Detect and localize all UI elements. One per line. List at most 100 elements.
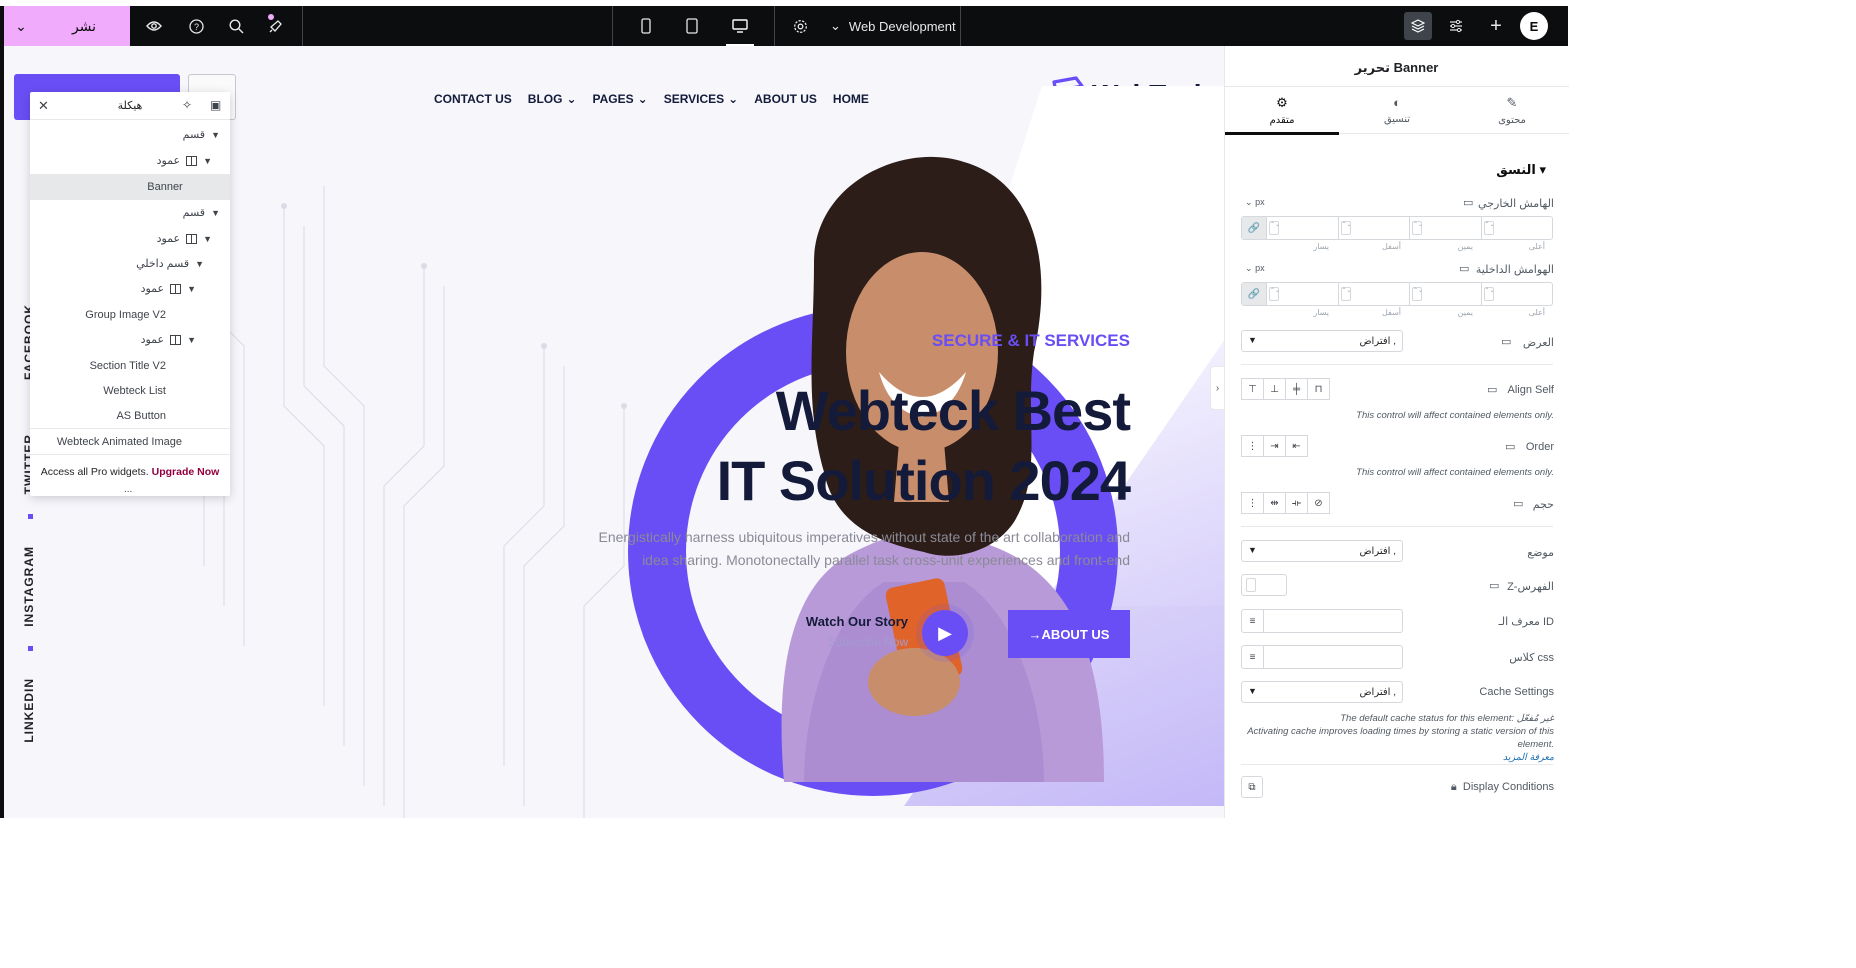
shrink-icon[interactable]: ⟛ [1285, 492, 1308, 514]
width-select[interactable]: ▼ افتراض , [1241, 330, 1403, 352]
device-mobile-button[interactable] [626, 6, 666, 46]
device-tablet-button[interactable] [672, 6, 712, 46]
caret-down-icon[interactable]: ▼ [187, 284, 196, 294]
navigator-row[interactable]: عمود ▼ [30, 226, 230, 251]
tab-advanced[interactable]: ⚙ متقدم [1225, 87, 1339, 135]
navigator-row[interactable]: قسم ▼ [30, 122, 230, 147]
more-icon[interactable]: ... [124, 484, 132, 495]
padding-top-input[interactable]: ⌃⌄ [1480, 283, 1553, 305]
ai-sparkle-icon[interactable]: ✧ [182, 98, 192, 112]
navigator-row[interactable]: Webteck Animated Image [30, 429, 230, 454]
play-video-button[interactable]: ▶ [922, 610, 968, 656]
notifications-button[interactable] [256, 6, 296, 46]
link-values-button[interactable]: 🔗 [1242, 283, 1266, 305]
preview-button[interactable] [134, 6, 174, 46]
navigator-row[interactable]: عمود ▼ [30, 276, 230, 301]
margin-unit[interactable]: ⌄ px [1245, 197, 1265, 208]
margin-top-input[interactable]: ⌃⌄ [1480, 217, 1553, 239]
stepper-icon[interactable]: ⌃⌄ [1483, 221, 1495, 235]
structure-navigator[interactable]: ✕ هيكلة ✧ ▣ قسم ▼ عمود ▼ Banner قسم ▼ عمود ▼… [30, 92, 230, 496]
navigator-row[interactable]: AS Button [30, 403, 230, 428]
cache-select[interactable]: ▼ افتراض , [1241, 681, 1403, 703]
page-settings-button[interactable] [1436, 6, 1476, 46]
more-vertical-icon[interactable]: ⋮ [1241, 435, 1264, 457]
search-button[interactable] [216, 6, 256, 46]
stepper-icon[interactable]: ⌃⌄ [1412, 221, 1423, 235]
device-desktop-button[interactable] [720, 6, 760, 46]
tab-content[interactable]: ✎ محتوى [1455, 87, 1569, 135]
navigator-row[interactable]: Group Image V2 [30, 302, 230, 327]
stepper-icon[interactable]: ⌃⌄ [1269, 287, 1280, 301]
publish-options-button[interactable]: ⌄ [4, 6, 38, 46]
order-first-icon[interactable]: ⇤ [1285, 435, 1308, 457]
upgrade-link[interactable]: Upgrade Now [152, 466, 220, 478]
navigator-row[interactable]: قسم داخلي ▼ [30, 251, 230, 276]
navigator-row-selected[interactable]: Banner [30, 174, 230, 199]
css-class-input[interactable]: ≡ [1241, 645, 1403, 669]
caret-down-icon[interactable]: ▼ [187, 335, 196, 345]
stepper-icon[interactable]: ⌃⌄ [1412, 287, 1423, 301]
elementor-menu-button[interactable]: E [1520, 12, 1548, 40]
site-settings-button[interactable] [780, 6, 820, 46]
help-button[interactable]: ? [176, 6, 216, 46]
z-index-input[interactable] [1241, 574, 1287, 596]
monitor-icon[interactable]: ▭ [1463, 196, 1473, 209]
social-instagram[interactable]: INSTAGRAM [22, 546, 38, 627]
monitor-icon[interactable]: ▭ [1501, 335, 1511, 348]
monitor-icon[interactable]: ▭ [1489, 579, 1499, 592]
stepper-icon[interactable]: ⌃⌄ [1483, 287, 1495, 301]
link-values-button[interactable]: 🔗 [1242, 217, 1266, 239]
social-linkedin[interactable]: LINKEDIN [22, 678, 38, 743]
caret-down-icon[interactable]: ▼ [211, 130, 220, 140]
about-us-button[interactable]: →ABOUT US [1008, 610, 1130, 658]
navigator-row[interactable]: قسم ▼ [30, 200, 230, 225]
padding-right-input[interactable]: ⌃⌄ [1409, 283, 1481, 305]
align-start-icon[interactable]: ⊤ [1241, 378, 1264, 400]
margin-right-input[interactable]: ⌃⌄ [1409, 217, 1481, 239]
monitor-icon[interactable]: ▭ [1505, 440, 1515, 453]
nav-about[interactable]: ABOUT US [754, 92, 817, 106]
stepper-icon[interactable]: ⌃⌄ [1340, 221, 1352, 235]
nav-services[interactable]: SERVICES ⌄ [664, 92, 739, 106]
navigator-row[interactable]: Webteck List [30, 378, 230, 403]
stepper-icon[interactable]: ⌃⌄ [1269, 221, 1280, 235]
padding-left-input[interactable]: ⌃⌄ [1266, 283, 1338, 305]
align-stretch-icon[interactable]: ⊓ [1307, 378, 1330, 400]
collapse-all-icon[interactable]: ▣ [210, 98, 221, 112]
stepper-icon[interactable]: ⌃⌄ [1340, 287, 1352, 301]
learn-more-link[interactable]: معرفة المزيد [1503, 752, 1554, 763]
padding-bottom-input[interactable]: ⌃⌄ [1337, 283, 1410, 305]
collapse-panel-button[interactable]: › [1210, 366, 1224, 410]
margin-bottom-input[interactable]: ⌃⌄ [1337, 217, 1410, 239]
monitor-icon[interactable]: ▭ [1459, 262, 1469, 275]
display-conditions-button[interactable]: ⧉ [1241, 776, 1263, 798]
add-element-button[interactable]: + [1476, 6, 1516, 46]
nav-contact[interactable]: CONTACT US [434, 92, 512, 106]
layout-section-toggle[interactable]: النسق ▾ [1496, 162, 1546, 178]
structure-button[interactable] [1404, 12, 1432, 40]
none-icon[interactable]: ⊘ [1307, 492, 1330, 514]
monitor-icon[interactable]: ▭ [1513, 497, 1523, 510]
more-vertical-icon[interactable]: ⋮ [1241, 492, 1264, 514]
site-selector[interactable]: ⌄ Web Development [830, 6, 956, 46]
grow-icon[interactable]: ⇹ [1263, 492, 1286, 514]
stepper-icon[interactable] [1246, 578, 1256, 592]
publish-button[interactable]: نشر [38, 6, 130, 46]
position-select[interactable]: ▼ افتراض , [1241, 540, 1403, 562]
align-center-icon[interactable]: ╪ [1285, 378, 1308, 400]
caret-down-icon[interactable]: ▼ [203, 234, 212, 244]
caret-down-icon[interactable]: ▼ [203, 156, 212, 166]
nav-home[interactable]: HOME [833, 92, 869, 106]
monitor-icon[interactable]: ▭ [1487, 383, 1497, 396]
caret-down-icon[interactable]: ▼ [211, 208, 220, 218]
margin-left-input[interactable]: ⌃⌄ [1266, 217, 1338, 239]
css-id-input[interactable]: ≡ [1241, 609, 1403, 633]
dynamic-tags-icon[interactable]: ≡ [1242, 610, 1264, 632]
nav-blog[interactable]: BLOG ⌄ [528, 92, 577, 106]
tab-style[interactable]: ◐ تنسيق [1340, 87, 1454, 135]
caret-down-icon[interactable]: ▼ [195, 259, 204, 269]
navigator-row[interactable]: عمود ▼ [30, 327, 230, 352]
watch-story[interactable]: Watch Our Story Subscribe Now [784, 614, 908, 649]
order-last-icon[interactable]: ⇥ [1263, 435, 1286, 457]
align-end-icon[interactable]: ⊥ [1263, 378, 1286, 400]
